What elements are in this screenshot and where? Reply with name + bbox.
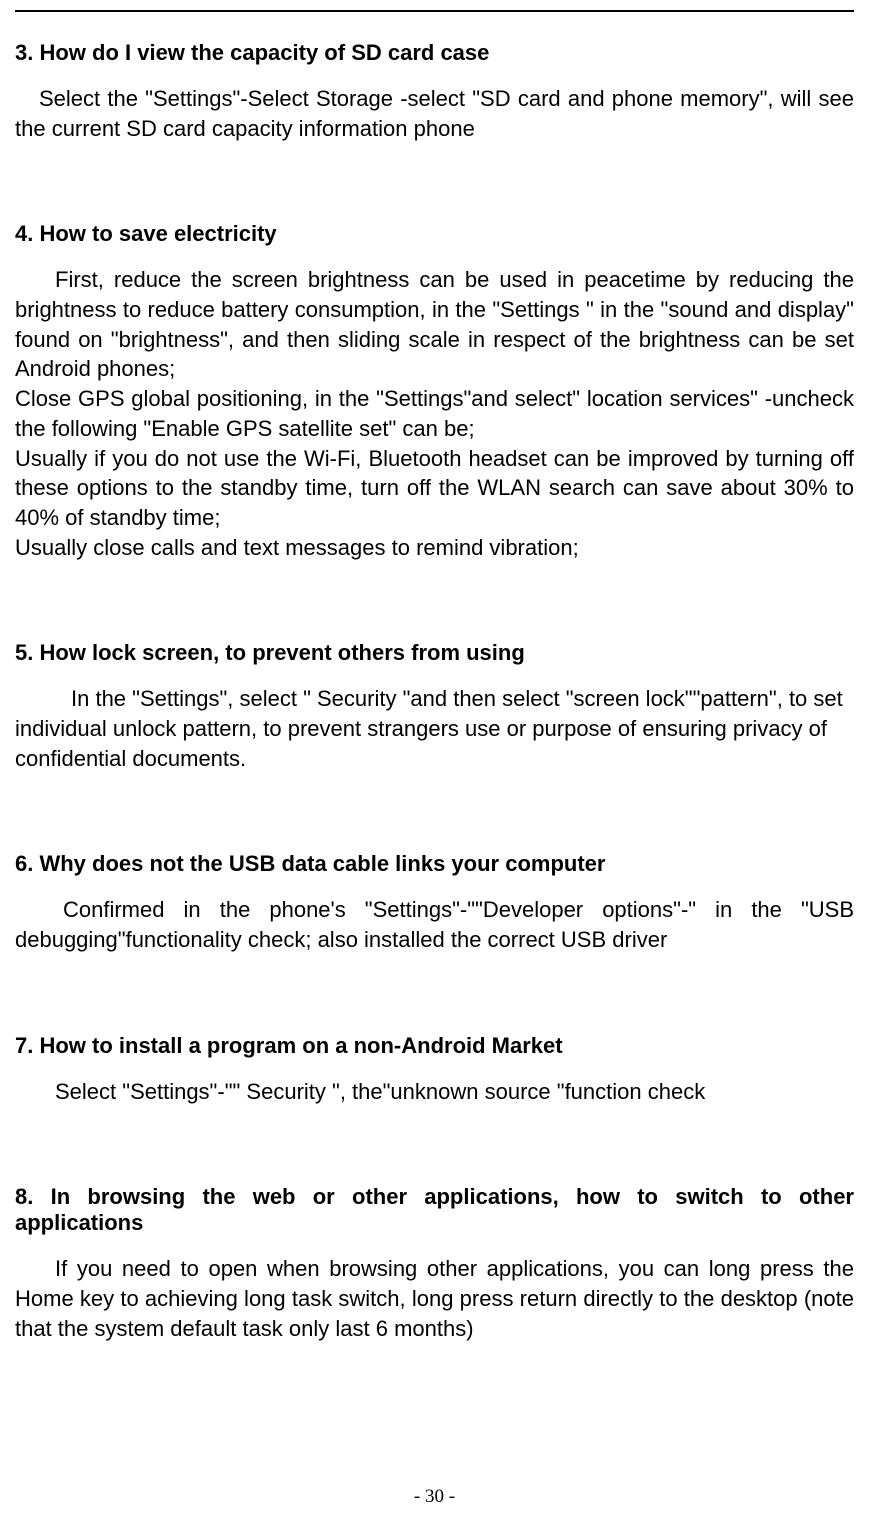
section-8-heading: 8. In browsing the web or other applicat… — [15, 1184, 854, 1236]
section-4-p1-text: First, reduce the screen brightness can … — [15, 265, 854, 384]
section-6-body-text: Confirmed in the phone's "Settings"-""De… — [15, 895, 854, 954]
section-8-body: If you need to open when browsing other … — [15, 1254, 854, 1343]
section-3-heading: 3. How do I view the capacity of SD card… — [15, 40, 854, 66]
section-7-body-text: Select "Settings"-"" Security ", the"unk… — [15, 1077, 854, 1107]
section-4-heading: 4. How to save electricity — [15, 221, 854, 247]
section-4-p2: Close GPS global positioning, in the "Se… — [15, 384, 854, 443]
section-4-p4: Usually close calls and text messages to… — [15, 533, 854, 563]
section-6-body: Confirmed in the phone's "Settings"-""De… — [15, 895, 854, 954]
top-horizontal-rule — [15, 10, 854, 12]
section-6-heading: 6. Why does not the USB data cable links… — [15, 851, 854, 877]
section-7-body: Select "Settings"-"" Security ", the"unk… — [15, 1077, 854, 1107]
section-4-p3: Usually if you do not use the Wi-Fi, Blu… — [15, 444, 854, 533]
section-5-heading: 5. How lock screen, to prevent others fr… — [15, 640, 854, 666]
section-8-body-text: If you need to open when browsing other … — [15, 1254, 854, 1343]
page-number: - 30 - — [0, 1486, 869, 1508]
section-4-p1: First, reduce the screen brightness can … — [15, 265, 854, 384]
section-3-body-text: Select the "Settings"-Select Storage -se… — [15, 84, 854, 143]
section-7-heading: 7. How to install a program on a non-And… — [15, 1033, 854, 1059]
section-5-body: In the "Settings", select " Security "an… — [15, 684, 854, 773]
section-3-body: Select the "Settings"-Select Storage -se… — [15, 84, 854, 143]
section-5-body-text: In the "Settings", select " Security "an… — [15, 684, 854, 773]
